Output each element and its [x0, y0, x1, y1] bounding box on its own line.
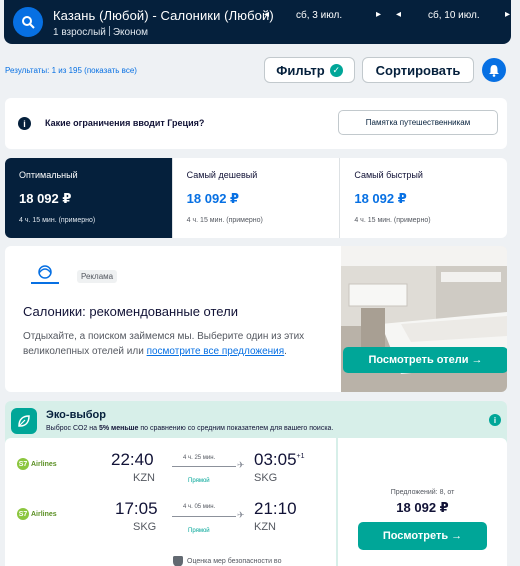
flight-duration: 4 ч. 25 мин. — [183, 455, 216, 461]
depart-prev-arrow-icon[interactable]: ◂ — [264, 9, 269, 20]
travel-restrictions-banner: i Какие ограничения вводит Греция? Памят… — [5, 98, 507, 149]
traveler-guide-button[interactable]: Памятка путешественникам — [338, 110, 498, 135]
view-deal-button[interactable]: Посмотреть → — [358, 522, 487, 550]
divider — [108, 26, 110, 36]
flight-duration: 4 ч. 05 мин. — [183, 504, 216, 510]
ad-description: Отдыхайте, а поиском займемся мы. Выбери… — [23, 329, 323, 359]
restrictions-question: Какие ограничения вводит Греция? — [45, 118, 205, 128]
next-day-indicator: +1 — [296, 453, 305, 460]
arrival-time-value: 03:05 — [254, 450, 297, 469]
airline-name: Airlines — [31, 460, 57, 468]
eco-subtitle: Выброс CO2 на 5% меньше по сравнению со … — [46, 425, 333, 432]
results-count-link[interactable]: Результаты: 1 из 195 (показать все) — [5, 66, 137, 75]
filter-label: Фильтр — [276, 62, 325, 78]
shield-icon — [173, 556, 183, 566]
tab-duration: 4 ч. 15 мин. (примерно) — [19, 217, 96, 224]
offers-count: Предложений: 8, от — [390, 489, 455, 496]
departure-time: 22:40 — [111, 450, 154, 469]
eco-sub-text-end: по сравнению со средним показателем для … — [138, 425, 334, 432]
departure-time: 17:05 — [115, 499, 158, 518]
advertiser-logo-icon — [25, 263, 65, 287]
filter-button[interactable]: Фильтр ✓ — [264, 57, 355, 83]
leaf-icon — [11, 408, 37, 434]
ad-label-badge: Реклама — [77, 270, 118, 283]
eco-sub-highlight: 5% меньше — [98, 425, 139, 432]
departure-airport: SKG — [133, 521, 157, 533]
plane-icon: ✈ — [237, 460, 245, 470]
flight-itinerary-card[interactable]: S7 Airlines 22:40 KZN 4 ч. 25 мин. ✈ Прям… — [5, 438, 336, 566]
stops-label: Прямой — [188, 478, 210, 484]
tab-price: 18 092 ₽ — [186, 191, 240, 206]
safety-text: Оценка мер безопасности во — [187, 558, 282, 565]
info-icon: i — [18, 117, 31, 130]
airline-name: Airlines — [31, 510, 57, 518]
tab-cheapest[interactable]: Самый дешевый 18 092 ₽ 4 ч. 15 мин. (при… — [173, 158, 341, 238]
depart-next-arrow-icon[interactable]: ▸ — [376, 9, 381, 20]
airline-logo: S7 Airlines — [17, 458, 57, 470]
hotel-ad-card[interactable]: Реклама Салоники: рекомендованные отели … — [5, 246, 507, 392]
tab-label: Оптимальный — [19, 170, 78, 180]
lowest-price: 18 092 ₽ — [396, 500, 449, 515]
info-icon[interactable]: i — [489, 414, 501, 426]
tab-label: Самый дешевый — [186, 170, 258, 180]
search-icon[interactable] — [13, 7, 43, 37]
price-alert-bell-icon[interactable] — [482, 58, 506, 82]
sort-tabs: Оптимальный 18 092 ₽ 4 ч. 15 мин. (приме… — [5, 158, 507, 238]
depart-date[interactable]: сб, 3 июл. — [296, 10, 342, 21]
return-date[interactable]: сб, 10 июл. — [428, 10, 480, 21]
tab-duration: 4 ч. 15 мин. (примерно) — [354, 217, 431, 224]
s7-logo-icon: S7 — [17, 508, 29, 520]
search-summary-bar[interactable]: Казань (Любой) - Салоники (Любой) 1 взро… — [4, 0, 511, 44]
safety-rating[interactable]: Оценка мер безопасности во — [173, 556, 281, 566]
tab-fastest[interactable]: Самый быстрый 18 092 ₽ 4 ч. 15 мин. (при… — [340, 158, 507, 238]
airline-logo: S7 Airlines — [17, 508, 57, 520]
arrival-time: 21:10 — [254, 499, 297, 518]
return-next-arrow-icon[interactable]: ▸ — [505, 9, 510, 20]
s7-logo-icon: S7 — [17, 458, 29, 470]
price-panel: Предложений: 8, от 18 092 ₽ Посмотреть → — [338, 438, 507, 566]
arrival-time: 03:05+1 — [254, 450, 305, 470]
ad-text-end: . — [284, 346, 287, 357]
search-details: 1 взрослый Эконом — [53, 26, 148, 38]
sort-label: Сортировать — [375, 62, 461, 78]
check-icon: ✓ — [329, 63, 343, 77]
route-text[interactable]: Казань (Любой) - Салоники (Любой) — [53, 8, 274, 23]
tab-label: Самый быстрый — [354, 170, 423, 180]
ad-title: Салоники: рекомендованные отели — [23, 304, 238, 319]
view-hotels-button[interactable]: Посмотреть отели → — [343, 347, 507, 373]
tab-best[interactable]: Оптимальный 18 092 ₽ 4 ч. 15 мин. (приме… — [5, 158, 173, 238]
eco-title: Эко-выбор — [46, 409, 106, 421]
return-prev-arrow-icon[interactable]: ◂ — [396, 9, 401, 20]
cabin-class-text: Эконом — [112, 27, 149, 38]
route-line — [172, 516, 236, 517]
eco-sub-text: Выброс CO2 на — [46, 425, 99, 432]
departure-airport: KZN — [133, 472, 155, 484]
sort-button[interactable]: Сортировать — [362, 57, 474, 83]
route-line — [172, 466, 236, 467]
tab-price: 18 092 ₽ — [19, 191, 72, 206]
plane-icon: ✈ — [237, 510, 245, 520]
arrival-airport: SKG — [254, 472, 278, 484]
passengers-text: 1 взрослый — [53, 27, 106, 38]
tab-duration: 4 ч. 15 мин. (примерно) — [186, 217, 263, 224]
stops-label: Прямой — [188, 528, 210, 534]
arrival-airport: KZN — [254, 521, 276, 533]
see-all-offers-link[interactable]: посмотрите все предложения — [147, 346, 285, 357]
tab-price: 18 092 ₽ — [354, 191, 407, 206]
